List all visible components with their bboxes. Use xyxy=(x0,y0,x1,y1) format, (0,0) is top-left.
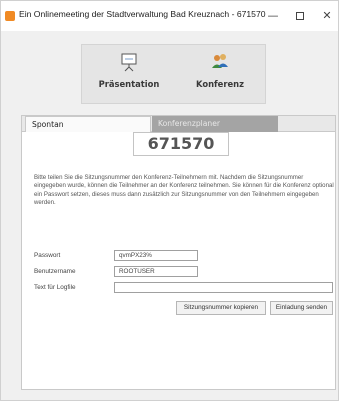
presentation-mode-label: Präsentation xyxy=(98,79,160,89)
maximize-button[interactable] xyxy=(290,8,310,24)
title-bar: Ein Onlinemeeting der Stadtverwaltung Ba… xyxy=(1,1,338,31)
logfile-field[interactable] xyxy=(114,282,333,293)
close-button[interactable]: ✕ xyxy=(317,8,337,24)
conference-mode-button[interactable]: Konferenz xyxy=(176,48,264,101)
window-title: Ein Onlinemeeting der Stadtverwaltung Ba… xyxy=(19,9,266,19)
presentation-mode-button[interactable]: Präsentation xyxy=(85,48,173,101)
session-info-text: Bitte teilen Sie die Sitzungsnummer den … xyxy=(34,174,334,206)
conference-mode-label: Konferenz xyxy=(195,79,245,89)
presentation-board-icon xyxy=(121,53,137,72)
password-field[interactable]: qvmPX23% xyxy=(114,250,198,261)
tab-konferenzplaner[interactable]: Konferenzplaner xyxy=(152,116,278,132)
logfile-label: Text für Logfile xyxy=(34,284,76,291)
send-invitation-button[interactable]: Einladung senden xyxy=(270,301,333,315)
mode-selector: Präsentation Konferenz xyxy=(81,44,266,104)
minimize-button[interactable]: — xyxy=(263,8,283,24)
copy-session-number-button[interactable]: Sitzungsnummer kopieren xyxy=(176,301,266,315)
session-number: 671570 xyxy=(133,132,229,156)
maximize-icon xyxy=(296,12,304,20)
app-icon xyxy=(5,11,15,21)
username-label: Benutzername xyxy=(34,268,76,275)
tab-bar: Spontan Konferenzplaner xyxy=(22,116,335,132)
app-window: Ein Onlinemeeting der Stadtverwaltung Ba… xyxy=(0,0,339,401)
password-label: Passwort xyxy=(34,252,61,259)
session-tabs: Spontan Konferenzplaner 671570 Bitte tei… xyxy=(21,115,336,390)
tab-spontan[interactable]: Spontan xyxy=(25,116,151,132)
username-field[interactable]: ROOTUSER xyxy=(114,266,198,277)
users-group-icon xyxy=(212,54,228,68)
